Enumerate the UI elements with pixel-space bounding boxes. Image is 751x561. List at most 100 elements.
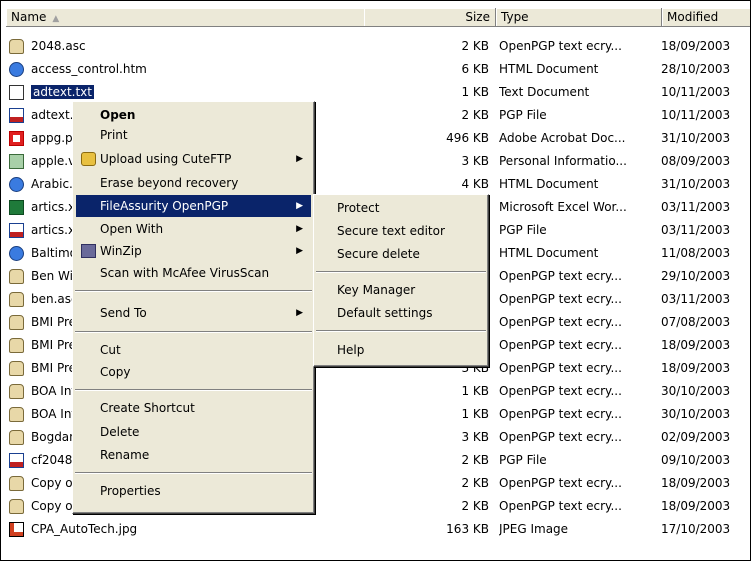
file-row[interactable]: access_control.htm 6 KB HTML Document 28/10… — [5, 58, 749, 81]
asc-file-icon — [9, 338, 24, 353]
menu-item-fileassurity[interactable]: FileAssurity OpenPGP ▶ — [76, 195, 311, 217]
file-modified: 30/10/2003 — [661, 384, 731, 398]
menu-item-cut[interactable]: Cut — [76, 339, 311, 361]
file-modified: 07/08/2003 — [661, 315, 731, 329]
menu-item-print[interactable]: Print — [76, 124, 311, 146]
file-row[interactable]: 2048.asc 2 KB OpenPGP text ecry... 18/09/20… — [5, 35, 749, 58]
pgp-file-icon — [9, 108, 24, 123]
fileassurity-label: FileAssurity OpenPGP — [100, 199, 229, 213]
file-type: Adobe Acrobat Doc... — [499, 131, 626, 145]
file-type: JPEG Image — [499, 522, 569, 536]
send-to-label: Send To — [100, 306, 147, 320]
file-type: HTML Document — [499, 246, 599, 260]
xls-file-icon — [9, 200, 24, 215]
file-modified: 09/10/2003 — [661, 453, 731, 467]
file-name: ben.asc — [31, 292, 78, 306]
menu-item-scan-mcafee[interactable]: Scan with McAfee VirusScan — [76, 262, 311, 284]
pgp-file-icon — [9, 223, 24, 238]
htm-file-icon — [9, 177, 24, 192]
file-name-cell: 2048.asc — [7, 35, 411, 58]
file-modified: 11/08/2003 — [661, 246, 731, 260]
submenu-item-secure-delete[interactable]: Secure delete — [317, 243, 485, 265]
file-modified: 18/09/2003 — [661, 361, 731, 375]
column-modified-label: Modified — [667, 10, 719, 24]
file-type: HTML Document — [499, 62, 599, 76]
pdf-file-icon — [9, 131, 24, 146]
file-modified: 18/09/2003 — [661, 476, 731, 490]
file-type: OpenPGP text ecry... — [499, 499, 622, 513]
file-type: OpenPGP text ecry... — [499, 292, 622, 306]
file-modified: 10/11/2003 — [661, 85, 731, 99]
file-type: OpenPGP text ecry... — [499, 361, 622, 375]
menu-item-properties[interactable]: Properties — [76, 480, 311, 502]
file-name-cell: CPA_AutoTech.jpg — [7, 518, 411, 541]
file-modified: 18/09/2003 — [661, 338, 731, 352]
file-modified: 03/11/2003 — [661, 200, 731, 214]
menu-separator — [75, 290, 312, 292]
pgp-file-icon — [9, 453, 24, 468]
submenu-arrow-icon: ▶ — [296, 201, 303, 211]
file-row[interactable]: CPA_AutoTech.jpg 163 KB JPEG Image 17/10/20… — [5, 518, 749, 541]
winzip-label: WinZip — [100, 244, 142, 258]
txt-file-icon — [9, 85, 24, 100]
file-type: OpenPGP text ecry... — [499, 476, 622, 490]
column-size-label: Size — [465, 10, 490, 24]
column-header-modified[interactable]: Modified — [662, 8, 750, 27]
file-name-cell: access_control.htm — [7, 58, 411, 81]
menu-item-rename[interactable]: Rename — [76, 444, 311, 466]
file-modified: 30/10/2003 — [661, 407, 731, 421]
submenu-item-default-settings[interactable]: Default settings — [317, 302, 485, 324]
jpg-file-icon — [9, 522, 24, 537]
file-name: access_control.htm — [31, 62, 147, 76]
column-header-size[interactable]: Size — [364, 8, 496, 27]
menu-item-upload-cuteftp[interactable]: Upload using CuteFTP ▶ — [76, 148, 311, 170]
sort-ascending-icon: ▲ — [52, 14, 60, 24]
file-size: 163 KB — [446, 522, 489, 536]
column-header-type[interactable]: Type — [496, 8, 662, 27]
menu-separator — [75, 331, 312, 333]
submenu-item-secure-text-editor[interactable]: Secure text editor — [317, 220, 485, 242]
file-type: PGP File — [499, 453, 547, 467]
file-modified: 02/09/2003 — [661, 430, 731, 444]
file-size: 4 KB — [461, 177, 489, 191]
menu-item-copy[interactable]: Copy — [76, 361, 311, 383]
file-size: 496 KB — [446, 131, 489, 145]
menu-item-open[interactable]: Open — [76, 104, 311, 126]
submenu-arrow-icon: ▶ — [296, 154, 303, 164]
file-modified: 18/09/2003 — [661, 39, 731, 53]
menu-separator — [316, 271, 486, 273]
file-modified: 31/10/2003 — [661, 177, 731, 191]
menu-item-erase[interactable]: Erase beyond recovery — [76, 172, 311, 194]
submenu-item-help[interactable]: Help — [317, 339, 485, 361]
menu-item-open-with[interactable]: Open With ▶ — [76, 218, 311, 240]
htm-file-icon — [9, 246, 24, 261]
file-modified: 08/09/2003 — [661, 154, 731, 168]
file-size: 6 KB — [461, 62, 489, 76]
file-name: CPA_AutoTech.jpg — [31, 522, 138, 536]
submenu-arrow-icon: ▶ — [296, 224, 303, 234]
menu-item-winzip[interactable]: WinZip ▶ — [76, 240, 311, 262]
file-modified: 10/11/2003 — [661, 108, 731, 122]
context-menu: Open Print Upload using CuteFTP ▶ Erase … — [72, 101, 315, 514]
file-modified: 31/10/2003 — [661, 131, 731, 145]
menu-item-send-to[interactable]: Send To ▶ — [76, 302, 311, 324]
file-name: 2048.asc — [31, 39, 86, 53]
menu-item-delete[interactable]: Delete — [76, 421, 311, 443]
file-type: OpenPGP text ecry... — [499, 269, 622, 283]
asc-file-icon — [9, 407, 24, 422]
file-type: OpenPGP text ecry... — [499, 39, 622, 53]
file-type: Microsoft Excel Wor... — [499, 200, 627, 214]
column-type-label: Type — [501, 10, 529, 24]
file-size: 2 KB — [461, 39, 489, 53]
file-size: 2 KB — [461, 108, 489, 122]
file-size: 1 KB — [461, 407, 489, 421]
column-header-bar: Name ▲ Size Type Modified — [5, 7, 750, 28]
upload-label: Upload using CuteFTP — [100, 152, 232, 166]
submenu-item-key-manager[interactable]: Key Manager — [317, 279, 485, 301]
submenu-item-protect[interactable]: Protect — [317, 197, 485, 219]
menu-item-create-shortcut[interactable]: Create Shortcut — [76, 397, 311, 419]
file-type: PGP File — [499, 108, 547, 122]
asc-file-icon — [9, 499, 24, 514]
menu-separator — [75, 472, 312, 474]
file-type: OpenPGP text ecry... — [499, 315, 622, 329]
